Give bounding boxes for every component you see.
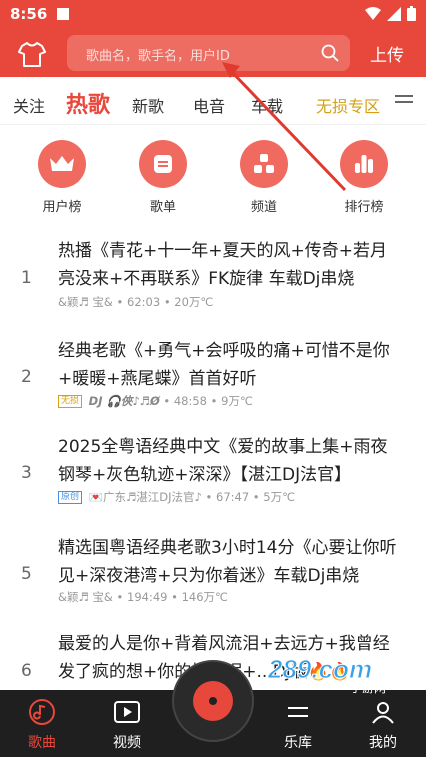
search-icon[interactable] bbox=[320, 43, 340, 63]
song-plays: 20万℃ bbox=[174, 295, 214, 309]
crown-icon bbox=[50, 156, 74, 171]
nav-label: 我的 bbox=[369, 735, 397, 751]
song-item[interactable]: 1 热播《青花+十一年+夏天的风+传奇+若月亮没来+不再联系》FK旋律 车载Dj… bbox=[0, 235, 426, 335]
wifi-icon bbox=[365, 6, 381, 20]
nav-label: 视频 bbox=[113, 735, 141, 751]
category-label: 用户榜 bbox=[42, 200, 82, 215]
original-badge: 原创 bbox=[58, 491, 83, 504]
song-rank: 6 bbox=[21, 661, 32, 681]
menu-icon[interactable] bbox=[395, 95, 413, 109]
song-uploader: DJ 🎧俠♪♬Ø bbox=[88, 394, 160, 408]
category-label: 歌单 bbox=[149, 200, 176, 215]
user-icon bbox=[372, 702, 394, 724]
nav-label: 歌曲 bbox=[28, 735, 56, 751]
ranking-icon bbox=[355, 155, 373, 173]
lossless-badge: 无损 bbox=[58, 395, 83, 408]
song-duration: 194:49 bbox=[127, 590, 168, 604]
tab-electronic[interactable]: 电音 bbox=[193, 93, 225, 117]
music-note-icon bbox=[29, 699, 55, 725]
category-shortcuts: 用户榜 歌单 频道 排行榜 bbox=[0, 140, 426, 220]
song-rank: 3 bbox=[21, 463, 32, 483]
tab-lossless[interactable]: 无损专区 bbox=[316, 93, 380, 117]
nav-library[interactable]: 乐库 bbox=[268, 690, 328, 757]
song-rank: 5 bbox=[21, 564, 32, 584]
user-chart-button[interactable]: 用户榜 bbox=[32, 140, 92, 215]
song-meta: 原创 💌广东♬湛江DJ法官♪ • 67:47 • 5万℃ bbox=[58, 489, 295, 505]
nav-mine[interactable]: 我的 bbox=[353, 690, 413, 757]
video-icon bbox=[114, 701, 140, 723]
category-label: 频道 bbox=[250, 200, 277, 215]
song-title: 2025全粤语经典中文《爱的故事上集+雨夜钢琴+灰色轨迹+深深》【湛江DJ法官】 bbox=[58, 437, 388, 485]
song-meta: &颖♬ 宝& • 62:03 • 20万℃ bbox=[58, 295, 214, 309]
status-bar: 8:56 bbox=[0, 0, 426, 30]
library-icon bbox=[288, 707, 308, 717]
ranking-button[interactable]: 排行榜 bbox=[334, 140, 394, 215]
song-duration: 67:47 bbox=[216, 490, 250, 504]
song-duration: 62:03 bbox=[127, 295, 161, 309]
upload-button[interactable]: 上传 bbox=[370, 41, 404, 66]
song-plays: 9万℃ bbox=[221, 394, 253, 408]
shirt-icon[interactable] bbox=[18, 40, 46, 68]
notification-icon bbox=[57, 8, 69, 20]
status-icons bbox=[365, 6, 416, 21]
battery-icon bbox=[407, 6, 416, 21]
tab-hot-songs[interactable]: 热歌 bbox=[66, 87, 110, 119]
watermark-sub: 手游网 bbox=[350, 681, 386, 695]
watermark-text: 289.com bbox=[268, 654, 372, 684]
song-item[interactable]: 2 经典老歌《+勇气+会呼吸的痛+可惜不是你+暖暖+燕尾蝶》首首好听 无损 DJ… bbox=[0, 336, 426, 436]
disc-center bbox=[209, 697, 217, 705]
playlist-button[interactable]: 歌单 bbox=[133, 140, 193, 215]
tab-new-songs[interactable]: 新歌 bbox=[132, 93, 164, 117]
song-duration: 48:58 bbox=[173, 394, 208, 408]
song-meta: &颖♬ 宝& • 194:49 • 146万℃ bbox=[58, 590, 228, 604]
status-time: 8:56 bbox=[10, 5, 48, 23]
tab-follow[interactable]: 关注 bbox=[13, 93, 45, 117]
channel-button[interactable]: 频道 bbox=[234, 140, 294, 215]
song-meta: 无损 DJ 🎧俠♪♬Ø • 48:58 • 9万℃ bbox=[58, 393, 253, 409]
search-placeholder: 歌曲名，歌手名，用户ID bbox=[86, 49, 230, 64]
top-bar: 歌曲名，歌手名，用户ID 上传 bbox=[0, 30, 426, 77]
nav-video[interactable]: 视频 bbox=[97, 690, 157, 757]
song-uploader: &颖♬ 宝& bbox=[58, 295, 113, 309]
song-uploader: &颖♬ 宝& bbox=[58, 590, 113, 604]
song-title: 经典老歌《+勇气+会呼吸的痛+可惜不是你+暖暖+燕尾蝶》首首好听 bbox=[58, 341, 390, 389]
song-uploader: 💌广东♬湛江DJ法官♪ bbox=[88, 490, 202, 504]
now-playing-disc[interactable] bbox=[172, 660, 254, 742]
signal-icon bbox=[387, 6, 401, 21]
channel-icon bbox=[254, 154, 274, 173]
song-rank: 2 bbox=[21, 367, 32, 387]
song-item[interactable]: 3 2025全粤语经典中文《爱的故事上集+雨夜钢琴+灰色轨迹+深深》【湛江DJ法… bbox=[0, 432, 426, 532]
search-input[interactable]: 歌曲名，歌手名，用户ID bbox=[67, 35, 350, 71]
nav-label: 乐库 bbox=[284, 735, 312, 751]
song-rank: 1 bbox=[21, 268, 32, 288]
song-title: 热播《青花+十一年+夏天的风+传奇+若月亮没来+不再联系》FK旋律 车载Dj串烧 bbox=[58, 241, 387, 289]
song-plays: 146万℃ bbox=[181, 590, 228, 604]
category-tabs: 关注 热歌 新歌 电音 车载 无损专区 bbox=[0, 77, 426, 125]
song-item[interactable]: 5 精选国粤语经典老歌3小时14分《心要让你听见+深夜港湾+只为你着迷》车载Dj… bbox=[0, 533, 426, 633]
song-title: 精选国粤语经典老歌3小时14分《心要让你听见+深夜港湾+只为你着迷》车载Dj串烧 bbox=[58, 538, 397, 586]
tab-car[interactable]: 车载 bbox=[251, 93, 283, 117]
nav-songs[interactable]: 歌曲 bbox=[12, 690, 72, 757]
playlist-icon bbox=[154, 155, 172, 173]
site-watermark: 289.com 手游网 bbox=[268, 654, 386, 696]
category-label: 排行榜 bbox=[344, 200, 384, 215]
song-plays: 5万℃ bbox=[263, 490, 295, 504]
